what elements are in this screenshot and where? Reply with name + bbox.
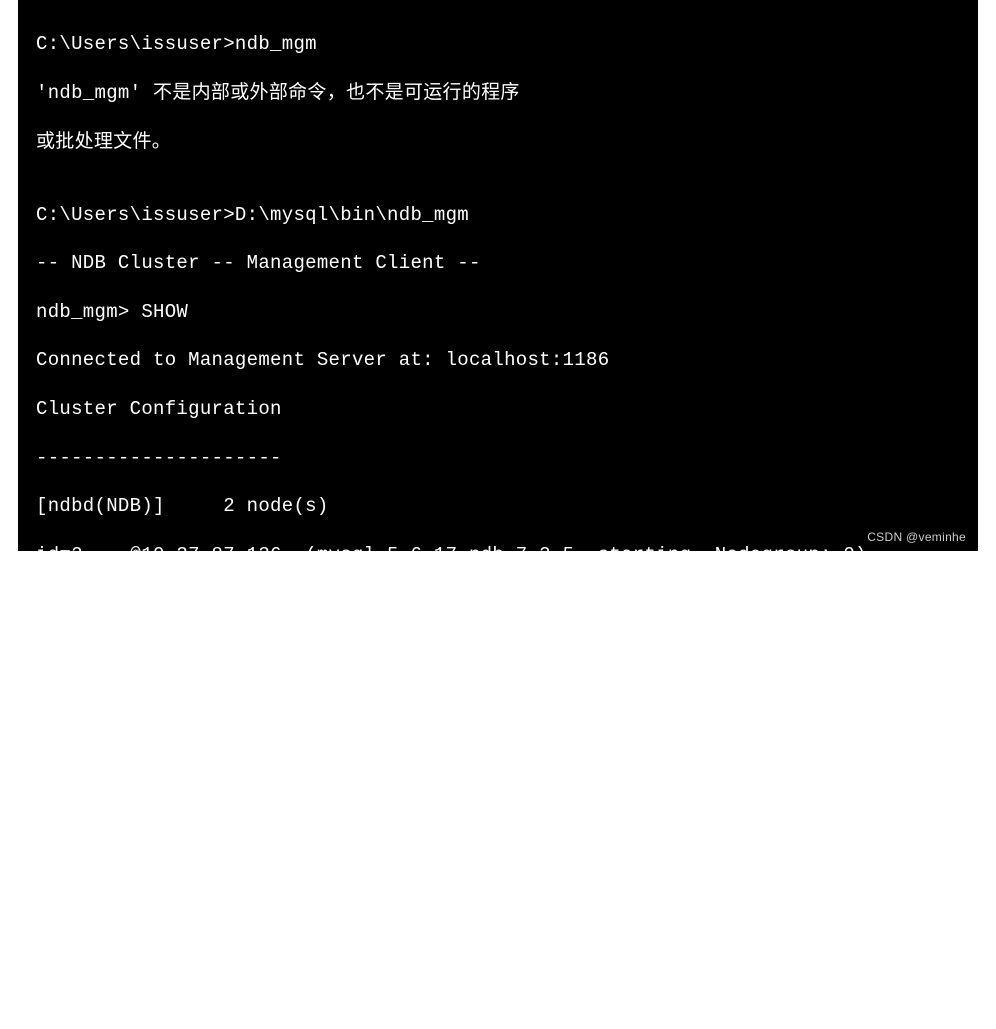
terminal-line: [ndbd(NDB)] 2 node(s) (36, 494, 960, 518)
terminal-line: 'ndb_mgm' 不是内部或外部命令，也不是可运行的程序 (36, 81, 960, 105)
terminal-line: id=4 (not connected, accepting connect f… (36, 835, 960, 859)
cursor-icon (646, 715, 656, 735)
terminal-line: Cluster Configuration (36, 397, 960, 421)
terminal-line: 或批处理文件。 (36, 130, 960, 154)
terminal-line: [mysqld(API)] 2 node(s) (36, 786, 960, 810)
terminal-window[interactable]: C:\Users\issuser>ndb_mgm 'ndb_mgm' 不是内部或… (18, 0, 978, 551)
terminal-line: Connected to Management Server at: local… (36, 348, 960, 372)
terminal-prompt[interactable]: ndb_mgm> (36, 956, 960, 980)
terminal-line: --------------------- (36, 446, 960, 470)
terminal-line: C:\Users\issuser>ndb_mgm (36, 32, 960, 56)
terminal-text: id=1 @10.37.87.136 (mysql-5.6.17 ndb-7.3… (36, 714, 586, 736)
terminal-line-cursor: id=1 @10.37.87.136 (mysql-5.6.17 ndb-7.3… (36, 713, 960, 737)
terminal-line: -- NDB Cluster -- Management Client -- (36, 251, 960, 275)
terminal-line: id=3 (not connected, accepting connect f… (36, 592, 960, 616)
terminal-line: [ndb_mgmd(MGM)] 1 node(s) (36, 664, 960, 688)
terminal-line: id=2 @10.37.87.136 (mysql-5.6.17 ndb-7.3… (36, 543, 960, 567)
terminal-line: ndb_mgm> SHOW (36, 300, 960, 324)
terminal-line: id=5 (not connected, accepting connect f… (36, 883, 960, 907)
terminal-line: C:\Users\issuser>D:\mysql\bin\ndb_mgm (36, 203, 960, 227)
watermark-text: CSDN @veminhe (867, 530, 966, 545)
